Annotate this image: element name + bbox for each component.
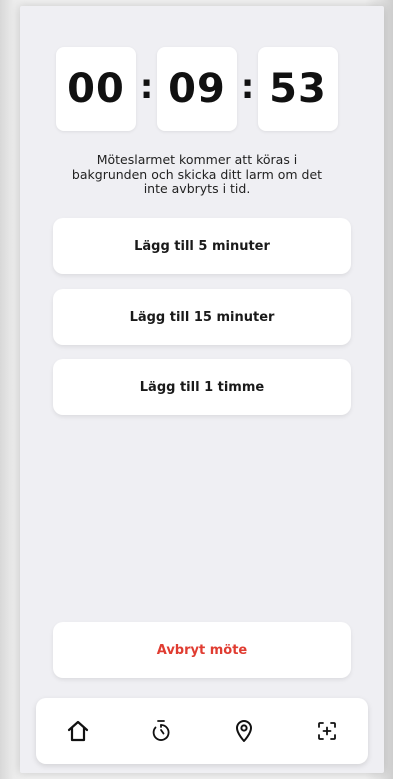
countdown-timer: 00 : 09 : 53 bbox=[56, 44, 338, 134]
scan-add-icon bbox=[317, 722, 336, 740]
add-5-minutes-button[interactable]: Lägg till 5 minuter bbox=[53, 218, 351, 274]
nav-timer[interactable] bbox=[131, 701, 191, 761]
app-screen: 00 : 09 : 53 Möteslarmet kommer att köra… bbox=[20, 6, 384, 773]
timer-seconds: 53 bbox=[258, 47, 338, 131]
home-icon bbox=[67, 720, 88, 742]
add-1-hour-button[interactable]: Lägg till 1 timme bbox=[53, 359, 351, 415]
timer-hours: 00 bbox=[56, 47, 136, 131]
nav-location[interactable] bbox=[214, 701, 274, 761]
timer-minutes: 09 bbox=[157, 47, 237, 131]
timer-separator: : bbox=[139, 67, 154, 107]
add-15-minutes-button[interactable]: Lägg till 15 minuter bbox=[53, 289, 351, 345]
bottom-navigation bbox=[36, 698, 368, 764]
location-pin-icon bbox=[235, 720, 252, 742]
info-text: Möteslarmet kommer att köras i bakgrunde… bbox=[71, 152, 323, 196]
nav-scan-add[interactable] bbox=[297, 701, 357, 761]
cancel-meeting-button[interactable]: Avbryt möte bbox=[53, 622, 351, 678]
nav-home[interactable] bbox=[48, 701, 108, 761]
timer-separator: : bbox=[240, 67, 255, 107]
timer-icon bbox=[152, 720, 169, 741]
